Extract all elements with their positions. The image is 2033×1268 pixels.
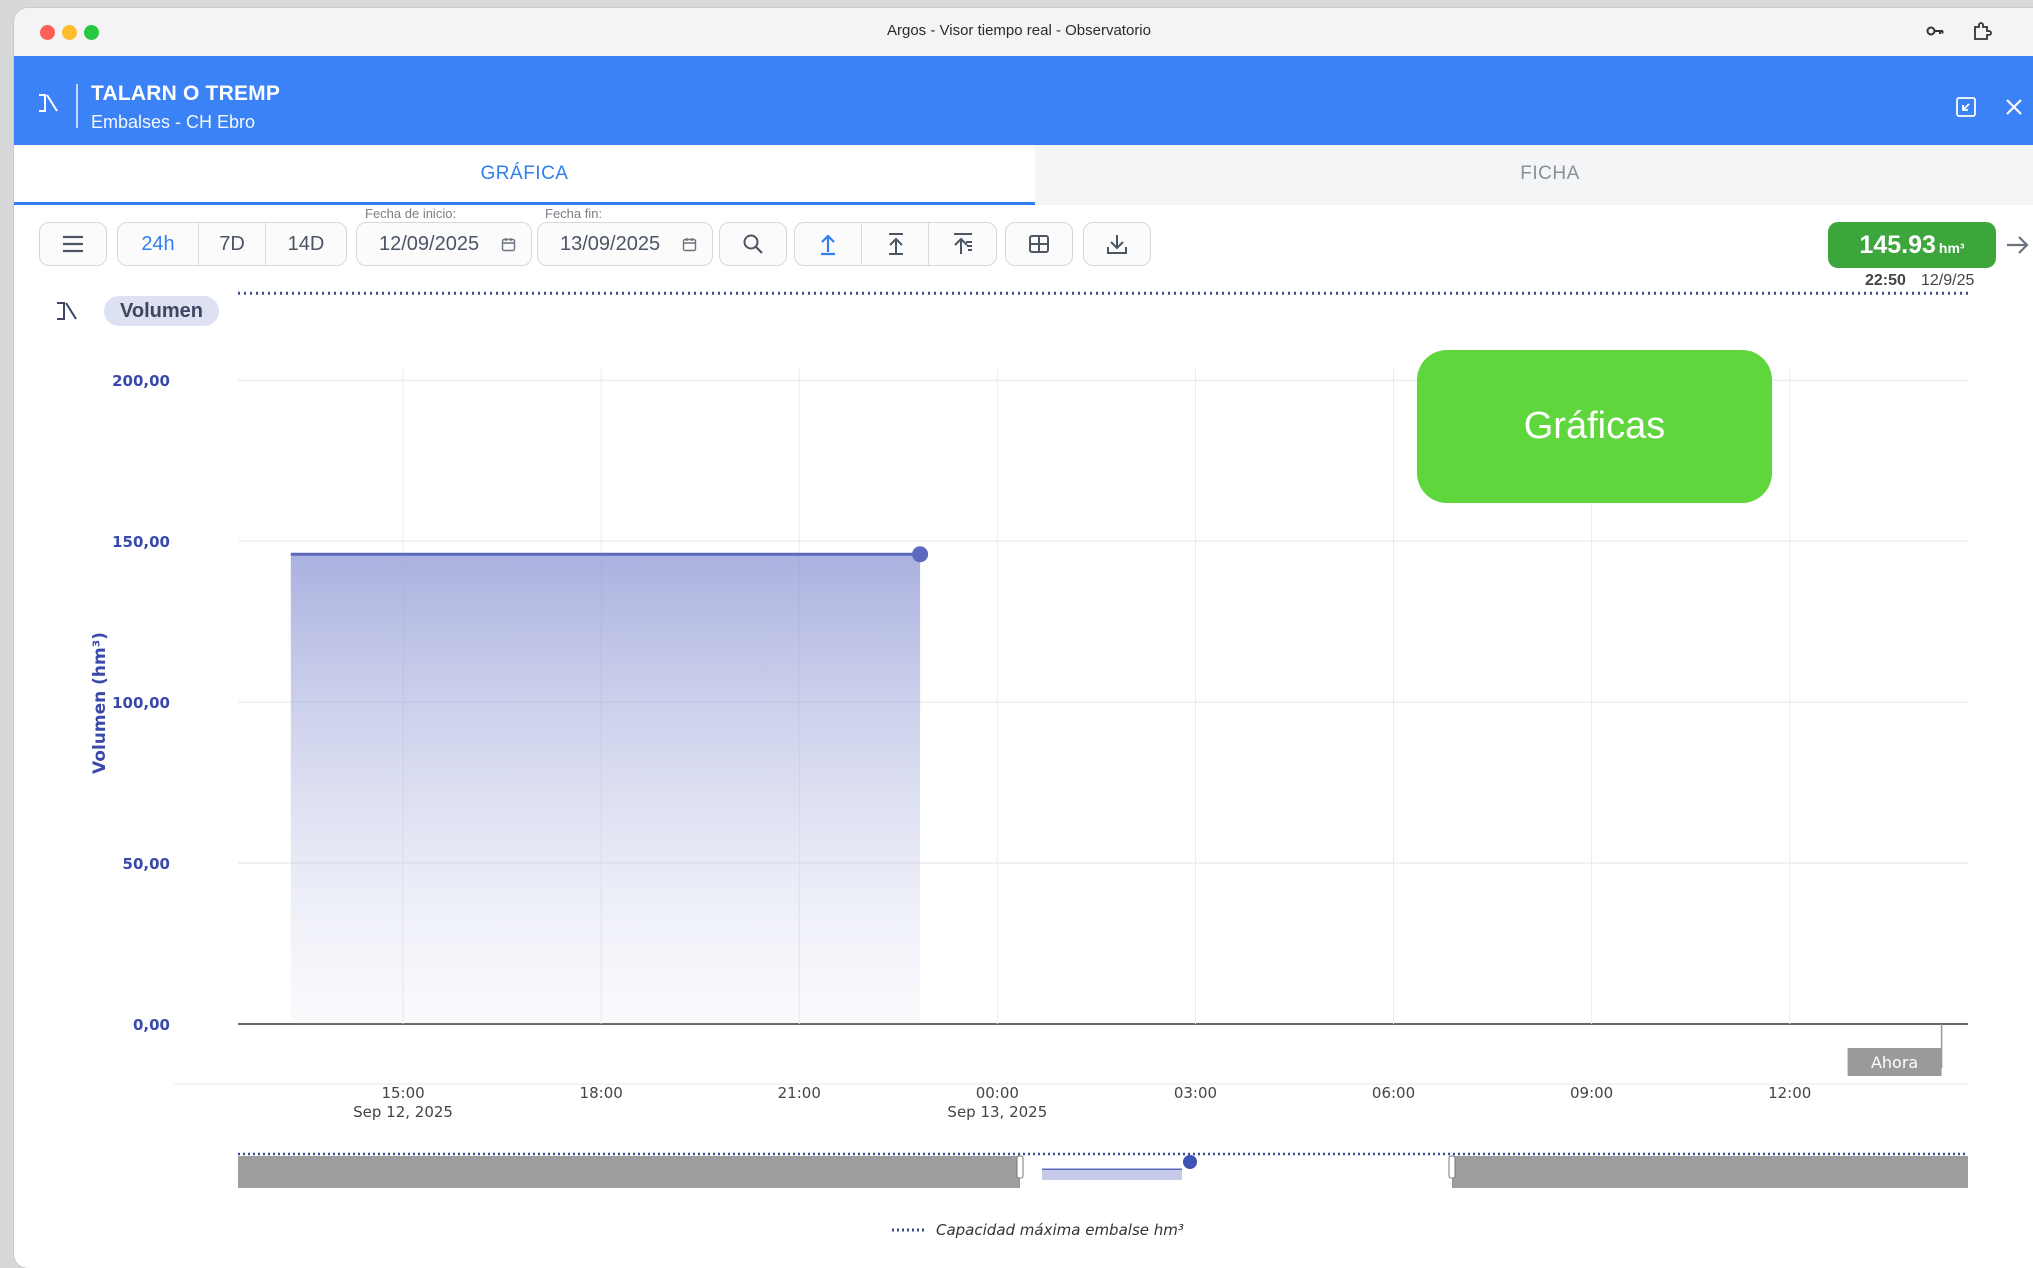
navigator-handle-right bbox=[1448, 1155, 1456, 1179]
chart-legend[interactable]: Capacidad máxima embalse hm³ bbox=[892, 1221, 1184, 1239]
now-marker: Ahora bbox=[1847, 1024, 1943, 1076]
x-tick-label: 15:00 bbox=[381, 1084, 424, 1102]
x-tick-label: 00:00 bbox=[976, 1084, 1019, 1102]
y-tick-label: 150,00 bbox=[112, 533, 170, 551]
x-tick-label: 06:00 bbox=[1372, 1084, 1415, 1102]
navigator-last-point bbox=[1183, 1155, 1197, 1169]
now-label: Ahora bbox=[1871, 1053, 1918, 1072]
navigator-handle-left bbox=[1016, 1155, 1024, 1179]
y-tick-label: 200,00 bbox=[112, 372, 170, 390]
y-tick-label: 100,00 bbox=[112, 694, 170, 712]
x-tick-label: 21:00 bbox=[778, 1084, 821, 1102]
volume-chart: 0,00 50,00 100,00 150,00 200,00 15:00Sep 12, … bbox=[90, 291, 1968, 1239]
volume-area-fill bbox=[290, 554, 921, 1024]
x-tick-label: 03:00 bbox=[1174, 1084, 1217, 1102]
x-tick-label: 18:00 bbox=[580, 1084, 623, 1102]
app-window: Argos - Visor tiempo real - Observatorio… bbox=[14, 8, 2033, 1268]
y-tick-label: 0,00 bbox=[133, 1016, 170, 1034]
navigator-mask-left bbox=[238, 1156, 1020, 1188]
navigator-mask-right bbox=[1452, 1156, 1968, 1188]
legend-capacidad-maxima: Capacidad máxima embalse hm³ bbox=[936, 1221, 1184, 1239]
range-navigator[interactable] bbox=[238, 1152, 1968, 1188]
graficas-overlay-badge: Gráficas bbox=[1417, 350, 1772, 503]
y-tick-label: 50,00 bbox=[123, 855, 170, 873]
x-tick-date-label: Sep 13, 2025 bbox=[947, 1103, 1047, 1121]
x-tick-label: 12:00 bbox=[1768, 1084, 1811, 1102]
x-tick-date-label: Sep 12, 2025 bbox=[353, 1103, 453, 1121]
x-tick-label: 09:00 bbox=[1570, 1084, 1613, 1102]
y-axis-label: Volumen (hm³) bbox=[90, 632, 110, 774]
volume-last-point bbox=[912, 546, 929, 563]
navigator-series-fill bbox=[1042, 1170, 1182, 1180]
